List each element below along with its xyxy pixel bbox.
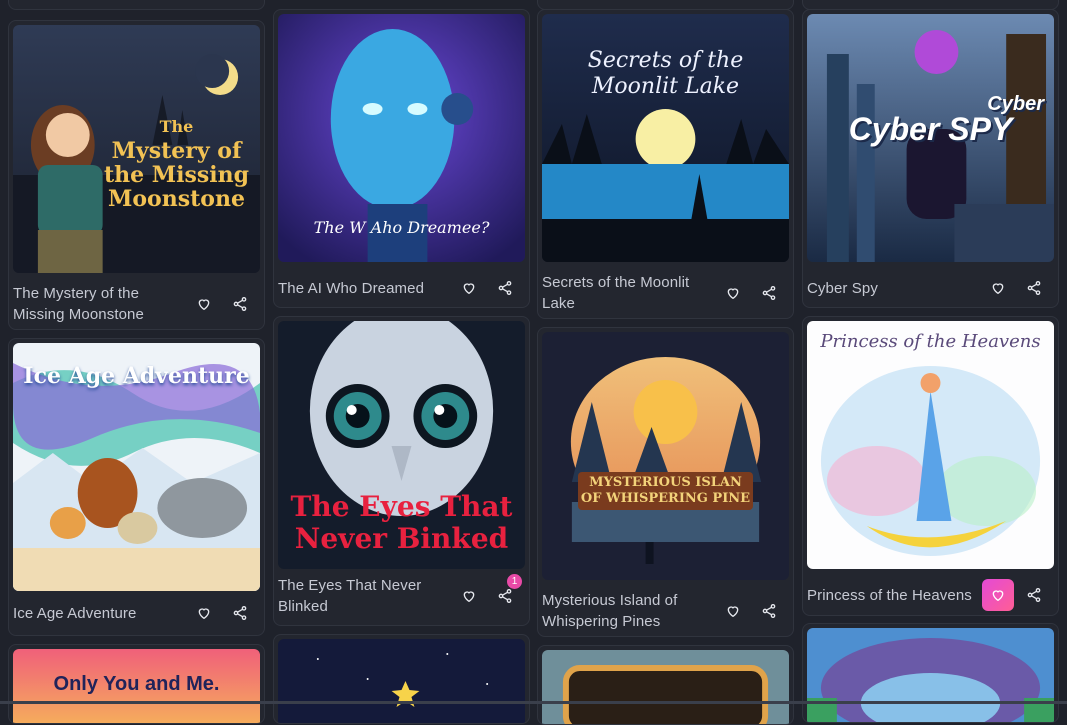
story-cover-image[interactable] (542, 650, 789, 724)
story-cover-image[interactable]: Cyber Cyber SPY (807, 14, 1054, 262)
share-button[interactable] (1018, 579, 1050, 611)
share-icon (1027, 281, 1041, 295)
share-icon (233, 297, 247, 311)
like-button[interactable] (453, 272, 485, 304)
story-title[interactable]: The Eyes That Never Blinked (278, 575, 447, 617)
story-cover-image[interactable]: Secrets of the Moonlit Lake (542, 14, 789, 262)
story-title[interactable]: Mysterious Island of Whispering Pines (542, 590, 711, 632)
share-button[interactable] (224, 597, 256, 629)
story-card[interactable]: MYSTERIOUS ISLAN OF WHISPERING PINE Myst… (537, 327, 794, 637)
share-icon (233, 606, 247, 620)
story-card-partial[interactable] (8, 0, 265, 10)
story-card[interactable]: Cyber Cyber SPY Cyber Spy (802, 9, 1059, 308)
share-icon (498, 281, 512, 295)
cover-caption: The Mystery of the Missing Moonstone (103, 117, 250, 212)
share-count-badge: 1 (507, 574, 522, 589)
share-icon (762, 604, 776, 618)
share-button[interactable] (753, 595, 785, 627)
story-title[interactable]: Cyber Spy (807, 278, 976, 299)
heart-icon (463, 283, 475, 294)
share-button[interactable] (753, 277, 785, 309)
share-icon (762, 286, 776, 300)
cover-caption: Princess of the Heavens (820, 331, 1041, 352)
share-icon (498, 589, 512, 603)
like-button[interactable] (453, 580, 485, 612)
story-cover-image[interactable] (807, 628, 1054, 722)
heart-icon (198, 299, 210, 310)
story-card[interactable] (537, 645, 794, 725)
story-card[interactable]: The Eyes That Never Binked The Eyes That… (273, 316, 530, 626)
story-card[interactable] (273, 634, 530, 724)
story-card[interactable] (802, 623, 1059, 723)
share-button[interactable] (224, 288, 256, 320)
share-button[interactable]: 1 (489, 574, 522, 612)
cover-caption: Only You and Me. (53, 673, 220, 695)
story-cover-image[interactable]: Princess of the Heavens (807, 321, 1054, 569)
story-cover-image[interactable]: The Eyes That Never Binked (278, 321, 525, 569)
cover-caption: MYSTERIOUS ISLAN OF WHISPERING PINE (578, 472, 753, 510)
cover-caption: The Eyes That Never Binked (290, 490, 513, 555)
story-cover-image[interactable]: The Mystery of the Missing Moonstone (13, 25, 260, 273)
story-cover-image[interactable] (278, 639, 525, 723)
cover-caption: Secrets of the Moonlit Lake (587, 48, 744, 99)
like-button[interactable] (188, 597, 220, 629)
story-card[interactable]: Only You and Me. (8, 644, 265, 724)
story-card[interactable]: Princess of the Heavens Princess of the … (802, 316, 1059, 616)
like-button[interactable] (188, 288, 220, 320)
story-cover-image[interactable]: MYSTERIOUS ISLAN OF WHISPERING PINE (542, 332, 789, 580)
story-title[interactable]: The AI Who Dreamed (278, 278, 447, 299)
story-card[interactable]: Secrets of the Moonlit Lake Secrets of t… (537, 9, 794, 319)
story-card[interactable]: The W Aho Dreamee? The AI Who Dreamed (273, 9, 530, 308)
story-card[interactable]: Ice Age Adventure Ice Age Adventure (8, 338, 265, 636)
story-title[interactable]: Princess of the Heavens (807, 585, 976, 606)
heart-icon (727, 606, 739, 617)
heart-icon (198, 608, 210, 619)
story-card[interactable]: The Mystery of the Missing Moonstone The… (8, 20, 265, 330)
like-button-active[interactable] (982, 579, 1014, 611)
like-button[interactable] (982, 272, 1014, 304)
cover-caption: Cyber Cyber SPY (848, 93, 1044, 147)
heart-icon (463, 591, 475, 602)
share-icon (1027, 588, 1041, 602)
share-button[interactable] (1018, 272, 1050, 304)
story-cover-image[interactable]: Ice Age Adventure (13, 343, 260, 591)
story-title[interactable]: Secrets of the Moonlit Lake (542, 272, 711, 314)
story-cover-image[interactable]: The W Aho Dreamee? (278, 14, 525, 262)
like-button[interactable] (717, 595, 749, 627)
story-title[interactable]: The Mystery of the Missing Moonstone (13, 283, 182, 325)
heart-icon (992, 590, 1004, 601)
story-cover-image[interactable]: Only You and Me. (13, 649, 260, 723)
story-title[interactable]: Ice Age Adventure (13, 603, 182, 624)
like-button[interactable] (717, 277, 749, 309)
heart-icon (992, 283, 1004, 294)
heart-icon (727, 288, 739, 299)
share-button[interactable] (489, 272, 521, 304)
cover-caption: Ice Age Adventure (23, 363, 250, 389)
cover-caption: The W Aho Dreamee? (313, 218, 490, 237)
